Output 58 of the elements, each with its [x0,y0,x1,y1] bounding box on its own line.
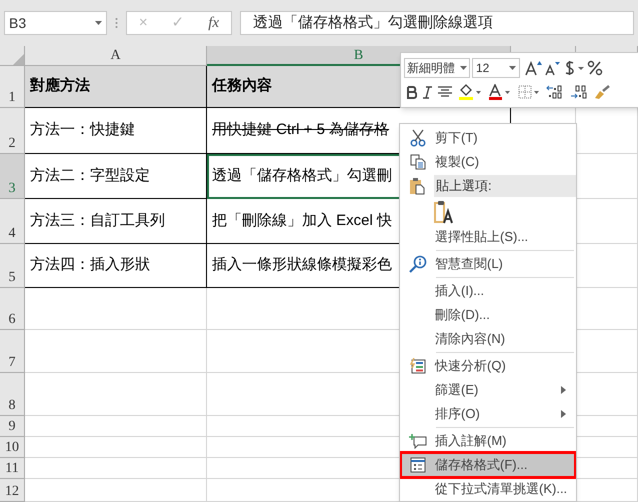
italic-icon[interactable] [423,86,432,98]
formula-field[interactable]: 透過「儲存格格式」勾選刪除線選項 [240,11,634,35]
caret-icon[interactable] [95,21,102,25]
column-header[interactable]: A [25,46,207,66]
menu-item[interactable]: 從下拉式清單挑選(K)... [401,477,575,501]
row-header[interactable]: 1 [0,66,25,108]
percent-icon[interactable] [587,60,603,76]
font-size-dropdown[interactable]: 12 [472,58,520,78]
menu-item[interactable]: 清除內容(N) [401,327,575,351]
bold-icon[interactable] [407,86,417,98]
borders-icon[interactable] [518,85,540,99]
fill-color-icon[interactable] [458,84,482,100]
paste-values-icon[interactable] [434,200,454,224]
row-header[interactable]: 11 [0,458,25,479]
format-painter-icon[interactable] [594,84,610,100]
row-header[interactable]: 3 [0,154,25,199]
section-heading: 貼上選項: [434,175,576,197]
copy-icon [410,154,426,170]
dollar-icon[interactable] [563,60,585,76]
name-box[interactable]: B3 [4,11,107,35]
menu-item[interactable]: 篩選(E) [401,378,575,402]
increase-decimal-icon[interactable] [546,85,564,99]
row-header[interactable]: 8 [0,373,25,416]
font-dropdown[interactable]: 新細明體 [404,58,470,78]
decrease-decimal-icon[interactable] [570,85,588,99]
row-header[interactable]: 12 [0,479,25,502]
table-cell[interactable]: 方法三：自訂工具列 [25,199,207,244]
scissors-icon [410,129,426,147]
row-header[interactable]: 4 [0,199,25,244]
menu-item[interactable]: 刪除(D)... [401,303,575,327]
column-title-cell[interactable]: 對應方法 [25,66,207,108]
row-header[interactable]: 2 [0,108,25,154]
smart-lookup-icon [409,255,427,273]
align-center-icon[interactable] [438,86,452,98]
new-comment-icon [409,433,427,449]
submenu-arrow-icon [561,410,566,418]
grip-icon [115,17,118,29]
table-cell[interactable]: 方法二：字型設定 [25,154,207,199]
row-header[interactable]: 5 [0,244,25,288]
row-header[interactable]: 9 [0,416,25,437]
menu-item[interactable]: 快速分析(Q) [401,354,575,378]
font-color-icon[interactable] [488,84,512,100]
table-cell[interactable]: 方法一：快捷鍵 [25,108,207,154]
menu-item[interactable]: 排序(O) [401,402,575,426]
increase-font-icon[interactable] [525,60,543,76]
menu-item[interactable]: 儲存格格式(F)... [401,453,575,477]
submenu-arrow-icon [561,386,566,394]
table-cell[interactable]: 方法四：插入形狀 [25,244,207,288]
row-header[interactable]: 10 [0,437,25,458]
row-header[interactable]: 6 [0,288,25,330]
quick-analysis-icon [410,358,426,374]
paste-icon [409,177,425,195]
format-cells-icon [410,457,426,473]
decrease-font-icon[interactable] [545,60,561,76]
cell-reference: B3 [9,14,26,32]
insert-function-button[interactable]: fx [208,12,220,34]
row-header[interactable]: 7 [0,330,25,373]
menu-item[interactable]: 插入註解(M) [401,429,575,453]
